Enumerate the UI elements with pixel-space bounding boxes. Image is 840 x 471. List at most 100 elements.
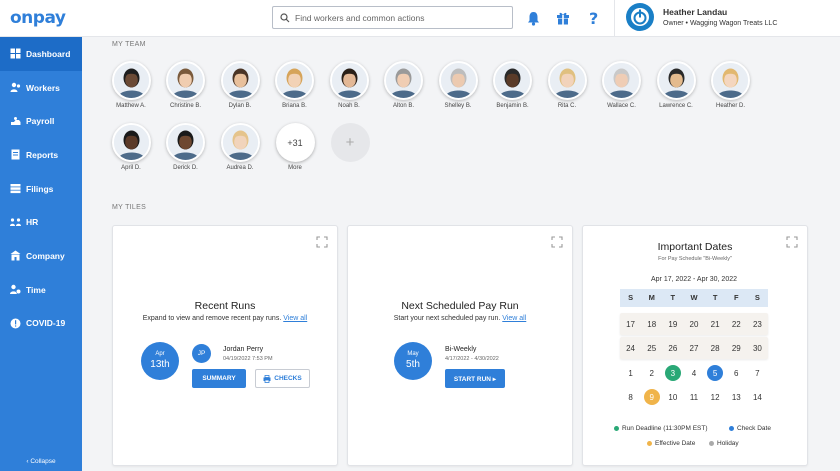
checks-button[interactable]: CHECKS bbox=[255, 369, 310, 388]
holiday-dot bbox=[709, 441, 714, 446]
my-tiles-label: MY TILES bbox=[112, 204, 147, 211]
legend-effective-date: Effective Date bbox=[647, 440, 695, 447]
team-member[interactable]: Shelley B. bbox=[428, 61, 488, 109]
weekday-label: M bbox=[648, 293, 655, 302]
pay-schedule-name: Bi-Weekly bbox=[445, 346, 477, 353]
user-menu[interactable]: Heather Landau Owner • Wagging Wagon Tre… bbox=[626, 3, 777, 31]
sidebar-item-workers[interactable]: Workers bbox=[0, 71, 82, 105]
calendar-day[interactable]: 9 bbox=[641, 386, 662, 408]
team-member[interactable]: Rita C. bbox=[537, 61, 597, 109]
calendar-day[interactable]: 18 bbox=[641, 313, 662, 335]
calendar-day[interactable]: 29 bbox=[726, 337, 747, 359]
calendar-day[interactable]: 24 bbox=[620, 337, 641, 359]
calendar-day[interactable]: 23 bbox=[747, 313, 768, 335]
calendar-day[interactable]: 8 bbox=[620, 386, 641, 408]
member-name: Audrea D. bbox=[226, 165, 254, 171]
calendar-day-number: 26 bbox=[668, 343, 678, 353]
team-member[interactable]: April D. bbox=[101, 123, 161, 171]
calendar-day[interactable]: 11 bbox=[683, 386, 704, 408]
more-count: +31 bbox=[275, 123, 315, 162]
next-pay-run-view-all-link[interactable]: View all bbox=[502, 315, 526, 322]
summary-button[interactable]: SUMMARY bbox=[192, 369, 246, 388]
check-date-dot bbox=[729, 426, 734, 431]
team-member[interactable]: Alton B. bbox=[374, 61, 434, 109]
calendar-day[interactable]: 20 bbox=[683, 313, 704, 335]
calendar-day[interactable]: 21 bbox=[705, 313, 726, 335]
calendar-day[interactable]: 6 bbox=[726, 362, 747, 384]
calendar-day[interactable]: 14 bbox=[747, 386, 768, 408]
team-member[interactable]: Derick D. bbox=[156, 123, 216, 171]
expand-icon[interactable] bbox=[551, 236, 563, 248]
sidebar-item-payroll[interactable]: Payroll bbox=[0, 104, 82, 138]
search-input[interactable] bbox=[295, 12, 505, 23]
calendar-week-row: 8 9 10 11 12 13 14 bbox=[620, 386, 768, 408]
calendar-day[interactable]: 1 bbox=[620, 362, 641, 384]
calendar-day[interactable]: 22 bbox=[726, 313, 747, 335]
calendar-day[interactable]: 26 bbox=[662, 337, 683, 359]
team-member[interactable]: Benjamin B. bbox=[483, 61, 543, 109]
calendar-day-number: 24 bbox=[626, 343, 636, 353]
weekday-label: T bbox=[712, 293, 718, 302]
sidebar-item-label: Filings bbox=[26, 183, 54, 194]
calendar-day-number: 1 bbox=[628, 368, 633, 378]
team-member[interactable]: Briana B. bbox=[265, 61, 325, 109]
filings-icon bbox=[10, 183, 21, 194]
calendar-day-number: 3 bbox=[664, 365, 681, 381]
user-name: Heather Landau bbox=[663, 7, 728, 17]
sidebar-item-reports[interactable]: Reports bbox=[0, 138, 82, 172]
avatar bbox=[329, 61, 369, 100]
calendar-day-number: 9 bbox=[643, 389, 660, 405]
team-member[interactable]: Heather D. bbox=[701, 61, 761, 109]
sidebar-item-dashboard[interactable]: Dashboard bbox=[0, 37, 82, 71]
svg-text:?: ? bbox=[589, 10, 598, 26]
recent-runs-view-all-link[interactable]: View all bbox=[283, 315, 307, 322]
team-member[interactable]: Matthew A. bbox=[101, 61, 161, 109]
calendar-day[interactable]: 5 bbox=[705, 362, 726, 384]
sidebar-item-company[interactable]: Company bbox=[0, 239, 82, 273]
team-member[interactable]: Lawrence C. bbox=[646, 61, 706, 109]
bell-icon[interactable] bbox=[525, 9, 541, 27]
calendar-day[interactable]: 28 bbox=[705, 337, 726, 359]
calendar-day[interactable]: 2 bbox=[641, 362, 662, 384]
calendar-day[interactable]: 10 bbox=[662, 386, 683, 408]
calendar-day[interactable]: 30 bbox=[747, 337, 768, 359]
calendar-day[interactable]: 3 bbox=[662, 362, 683, 384]
calendar-week-row: 24 25 26 27 28 29 30 bbox=[620, 337, 768, 359]
start-run-button[interactable]: START RUN ▸ bbox=[445, 369, 505, 388]
calendar-day[interactable]: 27 bbox=[683, 337, 704, 359]
sidebar-item-time[interactable]: Time bbox=[0, 273, 82, 307]
team-member[interactable]: Audrea D. bbox=[210, 123, 270, 171]
expand-icon[interactable] bbox=[316, 236, 328, 248]
member-name: Shelley B. bbox=[444, 103, 472, 109]
help-icon[interactable]: ? bbox=[586, 9, 602, 27]
sidebar-item-label: Dashboard bbox=[26, 48, 71, 59]
more-team-button[interactable]: +31 More bbox=[265, 123, 325, 171]
sidebar-item-hr[interactable]: HR bbox=[0, 205, 82, 239]
sidebar-item-covid-19[interactable]: COVID-19 bbox=[0, 307, 82, 341]
sidebar-item-filings[interactable]: Filings bbox=[0, 172, 82, 206]
team-member[interactable]: Wallace C. bbox=[592, 61, 652, 109]
run-deadline-dot bbox=[614, 426, 619, 431]
calendar-day[interactable]: 19 bbox=[662, 313, 683, 335]
avatar bbox=[166, 61, 205, 100]
collapse-sidebar-button[interactable]: ‹ Collapse bbox=[0, 458, 82, 465]
sidebar-item-label: Reports bbox=[26, 149, 59, 160]
team-member[interactable]: Christine B. bbox=[156, 61, 216, 109]
calendar-day[interactable]: 7 bbox=[747, 362, 768, 384]
calendar-day[interactable]: 12 bbox=[705, 386, 726, 408]
sidebar-item-label: Company bbox=[26, 250, 65, 261]
pay-run-day: 5th bbox=[406, 359, 420, 370]
calendar-day[interactable]: 4 bbox=[683, 362, 704, 384]
pay-run-date-circle: May 5th bbox=[394, 342, 432, 380]
onpay-logo[interactable]: onpay bbox=[0, 0, 82, 37]
calendar-day[interactable]: 17 bbox=[620, 313, 641, 335]
calendar-day[interactable]: 25 bbox=[641, 337, 662, 359]
sidebar-item-label: Workers bbox=[26, 82, 60, 93]
calendar-day[interactable]: 13 bbox=[726, 386, 747, 408]
team-member[interactable]: Noah B. bbox=[319, 61, 379, 109]
gift-icon[interactable] bbox=[555, 9, 571, 27]
calendar-day-number: 28 bbox=[710, 343, 720, 353]
add-team-member-button[interactable]: + bbox=[320, 123, 380, 162]
team-member[interactable]: Dylan B. bbox=[210, 61, 270, 109]
search-box[interactable] bbox=[272, 6, 513, 29]
